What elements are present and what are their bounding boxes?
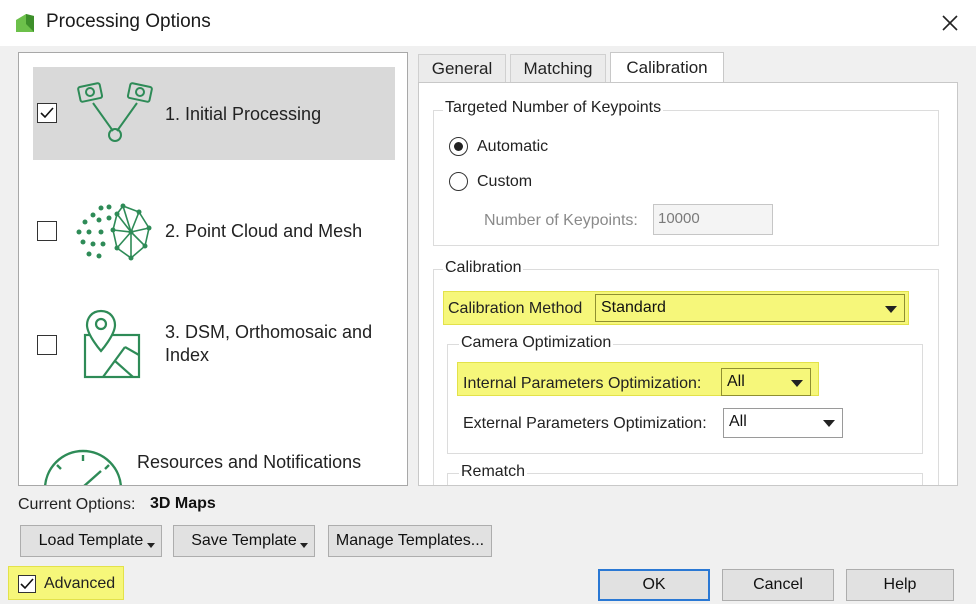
chevron-down-icon — [823, 420, 835, 427]
camera-optimization-group — [447, 344, 923, 454]
step-label-point-cloud: 2. Point Cloud and Mesh — [165, 221, 363, 241]
processing-steps-panel: 1. Initial Processing 2. Point Cloud and… — [18, 52, 408, 486]
step-label-dsm-line2: Index — [165, 345, 210, 365]
load-template-label: Load Template — [38, 532, 144, 549]
step-checkbox-point-cloud[interactable] — [37, 221, 57, 241]
number-of-keypoints-input[interactable]: 10000 — [653, 204, 773, 235]
tab-calibration[interactable]: Calibration — [610, 52, 724, 83]
checkmark-icon — [20, 578, 34, 590]
checkmark-icon — [40, 107, 54, 119]
label-automatic: Automatic — [477, 138, 549, 155]
calibration-method-label: Calibration Method — [448, 300, 583, 317]
calibration-group-title: Calibration — [443, 259, 524, 277]
external-params-select[interactable]: All — [723, 408, 843, 438]
speedometer-icon — [44, 449, 122, 485]
initial-processing-icon — [77, 82, 153, 142]
window-title: Processing Options — [46, 11, 211, 32]
save-template-label: Save Template — [191, 532, 297, 549]
step-checkbox-initial-processing[interactable] — [37, 103, 57, 123]
advanced-label: Advanced — [44, 575, 116, 592]
camera-optimization-title: Camera Optimization — [459, 334, 614, 352]
tab-matching[interactable]: Matching — [510, 54, 606, 83]
external-params-value: All — [729, 413, 747, 430]
cancel-button[interactable]: Cancel — [722, 569, 834, 601]
external-params-label: External Parameters Optimization: — [463, 415, 707, 432]
point-cloud-icon — [76, 203, 152, 261]
internal-params-label: Internal Parameters Optimization: — [463, 375, 702, 392]
step-label-dsm-line1: 3. DSM, Orthomosaic and — [165, 322, 373, 342]
radio-custom[interactable] — [449, 172, 468, 191]
step-label-initial-processing: 1. Initial Processing — [165, 104, 322, 124]
dropdown-arrow-icon — [147, 543, 155, 548]
current-options-label: Current Options: — [18, 496, 136, 513]
step-point-cloud[interactable]: 2. Point Cloud and Mesh — [33, 186, 395, 276]
internal-params-select[interactable]: All — [721, 368, 811, 396]
load-template-button[interactable]: Load Template — [20, 525, 162, 557]
ok-button[interactable]: OK — [598, 569, 710, 601]
step-dsm-orthomosaic[interactable]: 3. DSM, Orthomosaic and Index — [33, 293, 395, 393]
help-button[interactable]: Help — [846, 569, 954, 601]
save-template-button[interactable]: Save Template — [173, 525, 315, 557]
calibration-method-select[interactable]: Standard — [595, 294, 905, 322]
dsm-map-icon — [83, 309, 141, 379]
dropdown-arrow-icon — [300, 543, 308, 548]
step-checkbox-dsm[interactable] — [37, 335, 57, 355]
step-label-resources: Resources and Notifications — [137, 452, 362, 472]
calibration-tab-panel: Targeted Number of Keypoints Automatic C… — [418, 83, 958, 486]
number-of-keypoints-label: Number of Keypoints: — [484, 212, 638, 229]
internal-params-value: All — [727, 373, 745, 390]
label-custom: Custom — [477, 173, 533, 190]
chevron-down-icon — [885, 306, 897, 313]
step-initial-processing[interactable]: 1. Initial Processing — [33, 67, 395, 160]
radio-automatic[interactable] — [449, 137, 468, 156]
step-resources-notifications[interactable]: Resources and Notifications — [33, 425, 395, 485]
rematch-title: Rematch — [459, 463, 528, 481]
chevron-down-icon — [791, 380, 803, 387]
current-options-value: 3D Maps — [150, 495, 216, 512]
advanced-checkbox[interactable] — [18, 575, 36, 593]
calibration-method-value: Standard — [601, 299, 666, 316]
manage-templates-button[interactable]: Manage Templates... — [328, 525, 492, 557]
pix4d-app-icon — [14, 12, 36, 34]
close-button[interactable] — [932, 6, 968, 40]
keypoints-group-title: Targeted Number of Keypoints — [443, 99, 664, 117]
close-icon — [942, 15, 958, 31]
tab-general[interactable]: General — [418, 54, 506, 83]
